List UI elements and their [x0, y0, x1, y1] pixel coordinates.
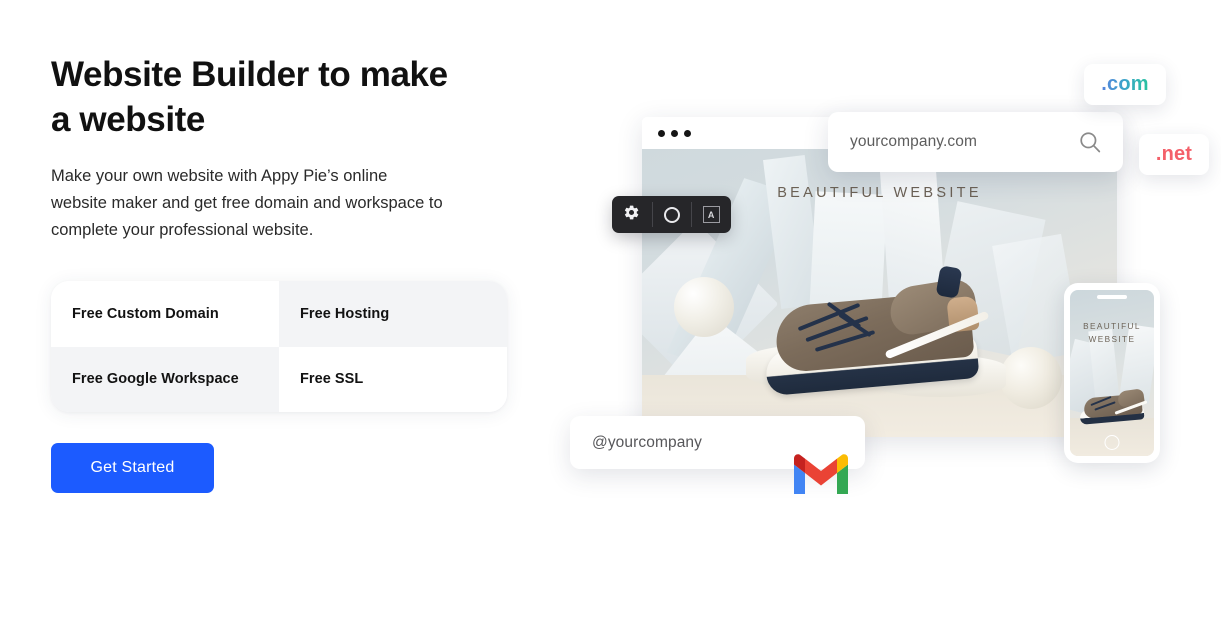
gear-icon [623, 204, 640, 226]
feature-item-free-hosting[interactable]: Free Hosting [279, 281, 507, 347]
product-shoe-image [762, 257, 1012, 397]
toolbar-settings-button[interactable] [612, 196, 652, 233]
feature-label: Free SSL [300, 371, 364, 388]
feature-item-free-google-workspace[interactable]: Free Google Workspace [51, 346, 279, 412]
domain-badge-com[interactable]: .com [1084, 64, 1166, 105]
text-box-icon: A [702, 206, 720, 223]
gmail-logo [790, 448, 852, 496]
phone-headline: BEAUTIFUL WEBSITE [1083, 322, 1141, 344]
toolbar-shape-button[interactable] [651, 196, 692, 233]
feature-label: Free Custom Domain [72, 305, 219, 322]
circle-icon [663, 206, 680, 223]
phone-home-button-icon [1104, 435, 1120, 450]
feature-grid: Free Custom Domain Free Hosting Free Goo… [51, 281, 507, 412]
editor-toolbar[interactable]: A [612, 196, 731, 233]
phone-screen: BEAUTIFUL WEBSITE [1070, 290, 1154, 456]
phone-speaker-icon [1097, 295, 1127, 299]
toolbar-text-button[interactable]: A [691, 196, 731, 233]
browser-canvas: BEAUTIFUL WEBSITE [642, 149, 1117, 437]
domain-badge-net[interactable]: .net [1139, 134, 1209, 175]
decor-sphere [674, 277, 734, 337]
page-root: Website Builder to make a website Make y… [0, 0, 1221, 631]
search-icon[interactable] [1077, 129, 1103, 155]
feature-item-free-ssl[interactable]: Free SSL [279, 346, 507, 412]
hero-description: Make your own website with Appy Pie’s on… [51, 167, 443, 239]
email-address-value: @yourcompany [592, 433, 702, 451]
domain-badge-net-label: .net [1155, 143, 1193, 165]
feature-item-free-custom-domain[interactable]: Free Custom Domain [51, 281, 279, 347]
hero-copy-column: Website Builder to make a website Make y… [51, 52, 521, 244]
domain-badge-com-label: .com [1101, 73, 1149, 95]
feature-label: Free Hosting [300, 305, 390, 322]
domain-search-value: yourcompany.com [850, 133, 977, 150]
window-dot-icon [658, 129, 665, 137]
hero-illustration: BEAUTIFUL WEBSITE A yourcompany.com @you… [560, 55, 1221, 525]
phone-product-shoe-image [1079, 384, 1148, 425]
page-title: Website Builder to make a website [51, 55, 448, 139]
window-dot-icon [671, 129, 678, 137]
get-started-button[interactable]: Get Started [51, 443, 214, 493]
feature-label: Free Google Workspace [72, 371, 239, 388]
phone-mockup: BEAUTIFUL WEBSITE [1064, 283, 1160, 463]
domain-search-bar[interactable]: yourcompany.com [828, 112, 1123, 172]
window-dot-icon [684, 129, 691, 137]
